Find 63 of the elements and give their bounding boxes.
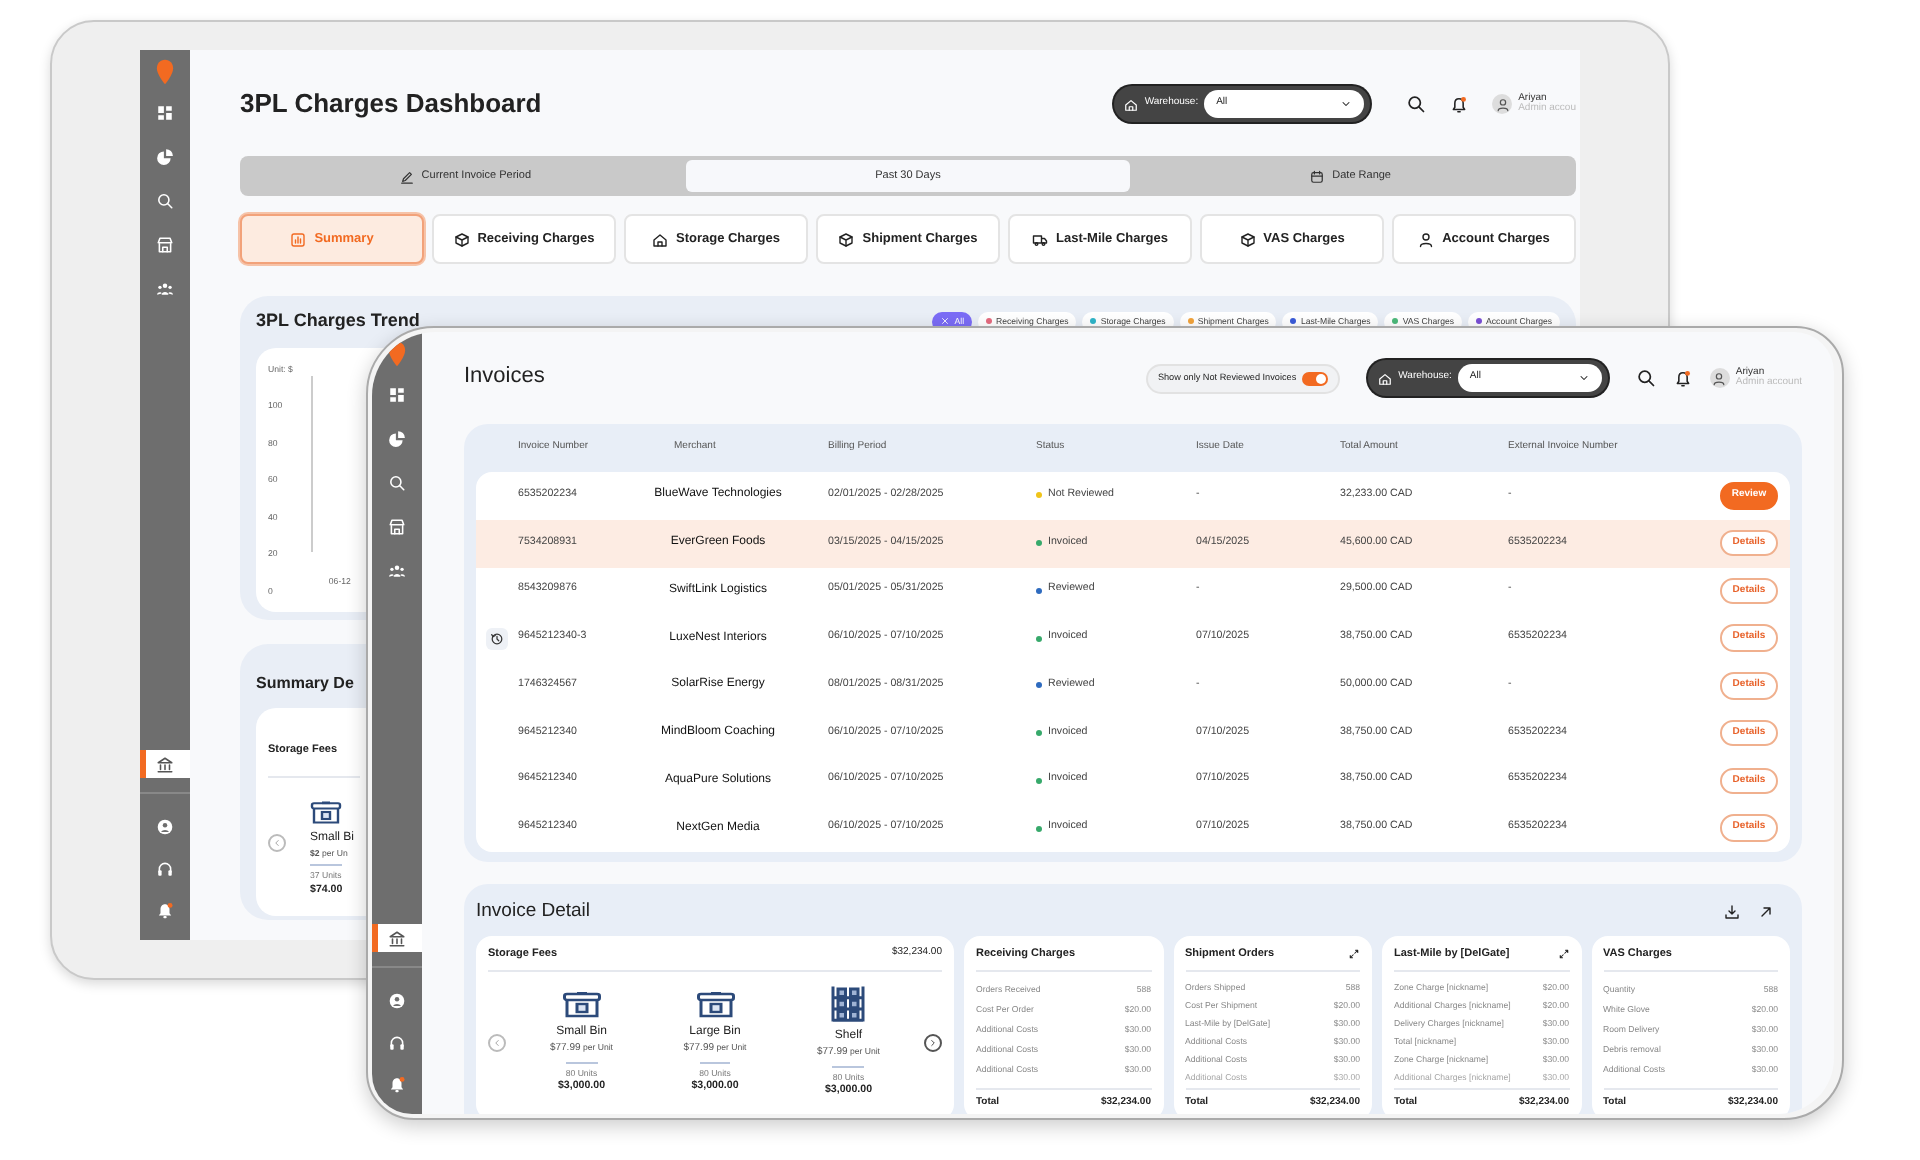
headset-icon bbox=[388, 1033, 406, 1051]
download-icon[interactable] bbox=[1724, 904, 1740, 920]
bell-icon bbox=[388, 1075, 406, 1093]
truck-icon bbox=[1032, 231, 1048, 247]
bin-icon bbox=[695, 988, 735, 1021]
person-icon bbox=[1418, 231, 1435, 247]
toggle-switch[interactable] bbox=[1302, 371, 1329, 385]
pencil-icon bbox=[399, 169, 414, 183]
chevron-down-icon bbox=[1340, 98, 1353, 110]
chevron-down-icon bbox=[1577, 372, 1590, 384]
bin-icon bbox=[310, 798, 342, 826]
expand-icon[interactable] bbox=[1348, 948, 1360, 961]
search-icon bbox=[388, 473, 406, 491]
chevron-right-icon bbox=[928, 1037, 938, 1048]
bar-chart-icon bbox=[290, 231, 307, 247]
sidebar-item[interactable] bbox=[140, 750, 190, 778]
card-title: Summary De bbox=[256, 672, 354, 696]
page-title: 3PL Charges Dashboard bbox=[240, 88, 542, 120]
chevron-left-icon bbox=[492, 1037, 502, 1048]
pie-chart-icon bbox=[388, 429, 406, 447]
bank-icon bbox=[156, 755, 174, 773]
pie-chart-icon bbox=[156, 147, 174, 165]
card-title: 3PL Charges Trend bbox=[256, 308, 420, 334]
bell-icon[interactable] bbox=[1450, 95, 1469, 113]
search-icon[interactable] bbox=[1406, 94, 1427, 114]
location-pin-logo-icon bbox=[384, 340, 410, 368]
sidebar-item[interactable] bbox=[372, 924, 422, 952]
warehouse-icon bbox=[651, 231, 668, 247]
store-icon bbox=[388, 517, 406, 535]
team-icon bbox=[156, 279, 174, 297]
headset-icon bbox=[156, 859, 174, 877]
next-button[interactable] bbox=[924, 1033, 942, 1052]
dashboard-icon bbox=[156, 103, 174, 121]
warehouse-icon bbox=[1378, 371, 1393, 385]
bank-icon bbox=[388, 929, 406, 947]
store-icon bbox=[156, 235, 174, 253]
dashboard-icon bbox=[388, 385, 406, 403]
box-icon bbox=[838, 231, 855, 247]
box-icon bbox=[453, 231, 470, 247]
arrow-up-right-icon[interactable] bbox=[1758, 904, 1774, 920]
shelf-icon bbox=[828, 984, 869, 1025]
person-icon bbox=[1495, 97, 1510, 111]
page-title: Invoices bbox=[464, 364, 545, 392]
history-button[interactable] bbox=[486, 627, 508, 650]
section-title: Invoice Detail bbox=[476, 900, 591, 924]
bin-icon bbox=[561, 988, 602, 1021]
avatar[interactable] bbox=[1709, 368, 1730, 388]
calendar-icon bbox=[1310, 169, 1325, 183]
person-icon bbox=[1712, 371, 1727, 385]
user-icon bbox=[156, 817, 174, 835]
chevron-left-icon bbox=[272, 837, 282, 848]
clock-icon bbox=[490, 631, 504, 646]
search-icon bbox=[156, 191, 174, 209]
warehouse-icon bbox=[1124, 97, 1139, 111]
bell-icon bbox=[156, 901, 174, 919]
box-icon bbox=[1239, 231, 1256, 247]
bell-icon[interactable] bbox=[1673, 369, 1692, 387]
search-icon[interactable] bbox=[1635, 368, 1656, 388]
expand-icon[interactable] bbox=[1557, 948, 1569, 961]
location-pin-logo-icon bbox=[152, 58, 178, 86]
team-icon bbox=[388, 561, 406, 579]
avatar[interactable] bbox=[1492, 94, 1513, 114]
user-icon bbox=[388, 991, 406, 1009]
